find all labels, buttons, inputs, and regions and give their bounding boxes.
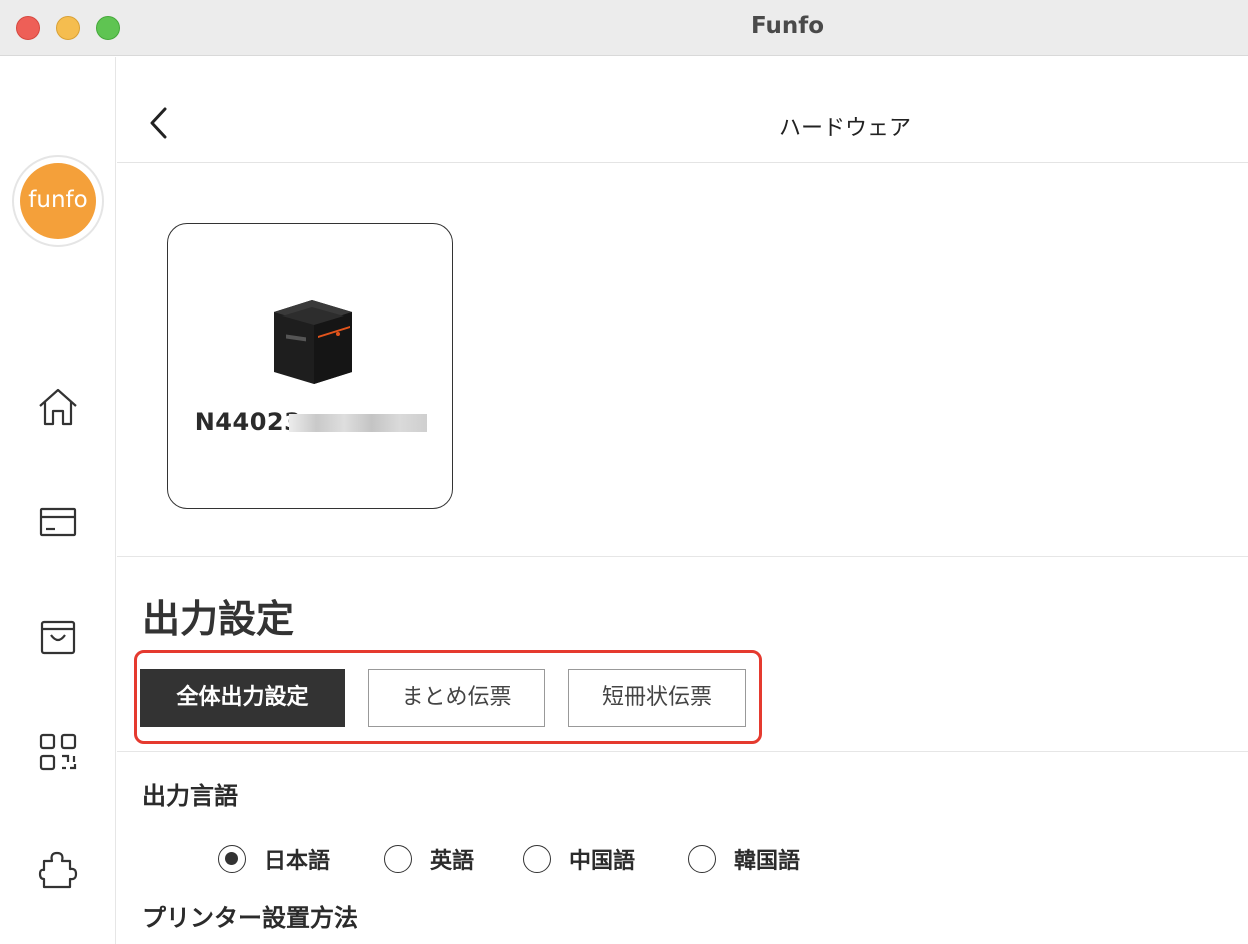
radio-unchecked-icon[interactable] xyxy=(688,845,716,873)
window-maximize-button[interactable] xyxy=(96,16,120,40)
radio-label: 中国語 xyxy=(569,849,636,874)
section-divider xyxy=(117,751,1248,752)
shopping-bag-icon[interactable] xyxy=(36,615,80,659)
puzzle-icon[interactable] xyxy=(36,847,80,891)
radio-label: 英語 xyxy=(430,849,475,874)
radio-unchecked-icon[interactable] xyxy=(523,845,551,873)
home-icon[interactable] xyxy=(36,385,80,429)
page-header: ハードウェア xyxy=(117,57,1248,163)
sidebar: funfo xyxy=(0,57,116,944)
window-minimize-button[interactable] xyxy=(56,16,80,40)
window-title: Funfo xyxy=(750,13,825,39)
radio-unchecked-icon[interactable] xyxy=(384,845,412,873)
device-section: N44023 xyxy=(117,164,1248,557)
radio-label: 日本語 xyxy=(264,849,331,874)
window-titlebar: Funfo xyxy=(0,0,1248,56)
window-close-button[interactable] xyxy=(16,16,40,40)
output-language-title: 出力言語 xyxy=(142,782,238,810)
device-serial: N44023 xyxy=(168,408,454,436)
chevron-left-icon[interactable] xyxy=(143,103,173,143)
app-logo[interactable]: funfo xyxy=(12,155,104,247)
printer-icon xyxy=(268,292,358,386)
redacted-serial-suffix xyxy=(289,414,428,432)
page-title: ハードウェア xyxy=(778,116,911,141)
qr-code-icon[interactable] xyxy=(36,730,80,774)
output-settings-title: 出力設定 xyxy=(142,597,295,641)
tab-global-output[interactable]: 全体出力設定 xyxy=(140,669,345,727)
radio-checked-icon[interactable] xyxy=(218,845,246,873)
printer-setup-title: プリンター設置方法 xyxy=(142,904,358,932)
tab-summary-slip[interactable]: まとめ伝票 xyxy=(368,669,545,727)
device-card[interactable]: N44023 xyxy=(167,223,453,509)
radio-label: 韓国語 xyxy=(734,849,801,874)
app-logo-text: funfo xyxy=(20,163,96,239)
tab-strip-slip[interactable]: 短冊状伝票 xyxy=(568,669,746,727)
card-icon[interactable] xyxy=(36,500,80,544)
